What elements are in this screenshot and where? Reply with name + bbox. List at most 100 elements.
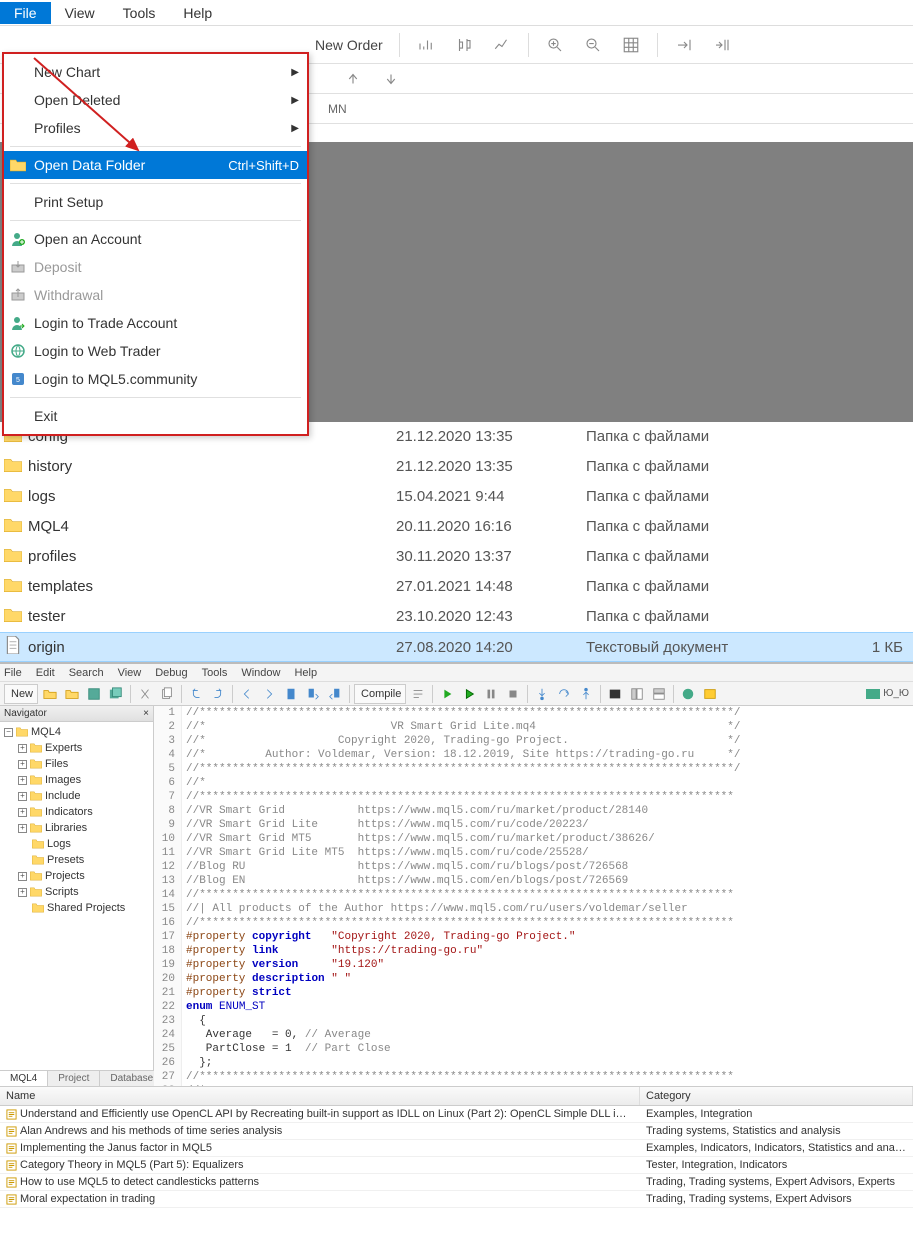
menu-item-exit[interactable]: Exit bbox=[4, 402, 307, 430]
ide-redo-icon[interactable] bbox=[208, 684, 228, 704]
article-row[interactable]: Understand and Efficiently use OpenCL AP… bbox=[0, 1106, 913, 1123]
ide-nav-back-icon[interactable] bbox=[237, 684, 257, 704]
autotrading-icon[interactable] bbox=[410, 31, 442, 59]
ide-terminal-icon[interactable] bbox=[605, 684, 625, 704]
ide-run-icon[interactable] bbox=[437, 684, 457, 704]
file-row[interactable]: history21.12.2020 13:35Папка с файлами bbox=[0, 452, 913, 482]
file-row[interactable]: templates27.01.2021 14:48Папка с файлами bbox=[0, 572, 913, 602]
chart-line-icon[interactable] bbox=[486, 31, 518, 59]
ide-pause-icon[interactable] bbox=[481, 684, 501, 704]
menu-view[interactable]: View bbox=[51, 2, 109, 24]
ide-menu-help[interactable]: Help bbox=[294, 667, 317, 679]
file-row[interactable]: origin27.08.2020 14:20Текстовый документ… bbox=[0, 632, 913, 662]
ide-menu-file[interactable]: File bbox=[4, 667, 22, 679]
menu-file[interactable]: File bbox=[0, 2, 51, 24]
chart-grid-icon[interactable] bbox=[615, 31, 647, 59]
ide-menu-view[interactable]: View bbox=[118, 667, 142, 679]
ide-stepover-icon[interactable] bbox=[554, 684, 574, 704]
ide-code-editor[interactable]: 1//*************************************… bbox=[154, 706, 913, 1086]
ide-folder-icon[interactable] bbox=[62, 684, 82, 704]
menu-item-open-an-account[interactable]: Open an Account bbox=[4, 225, 307, 253]
tree-expand-icon[interactable]: + bbox=[18, 792, 27, 801]
arrow-down-icon[interactable] bbox=[375, 65, 407, 93]
ide-new-button[interactable]: New bbox=[4, 684, 38, 704]
tree-item-scripts[interactable]: +Scripts bbox=[0, 884, 153, 900]
file-row[interactable]: MQL420.11.2020 16:16Папка с файлами bbox=[0, 512, 913, 542]
menu-item-profiles[interactable]: Profiles▶ bbox=[4, 114, 307, 142]
chart-candle-icon[interactable] bbox=[448, 31, 480, 59]
zoom-in-icon[interactable] bbox=[539, 31, 571, 59]
ide-language-selector[interactable]: Ю_Ю bbox=[866, 688, 909, 699]
file-row[interactable]: logs15.04.2021 9:44Папка с файлами bbox=[0, 482, 913, 512]
menu-help[interactable]: Help bbox=[169, 2, 226, 24]
tree-expand-icon[interactable]: + bbox=[18, 872, 27, 881]
new-order-button[interactable]: New Order bbox=[309, 37, 389, 53]
ide-menu-edit[interactable]: Edit bbox=[36, 667, 55, 679]
ide-bookmark-next-icon[interactable] bbox=[303, 684, 323, 704]
autoscroll-icon[interactable] bbox=[706, 31, 738, 59]
tree-expand-icon[interactable]: + bbox=[18, 760, 27, 769]
article-row[interactable]: Moral expectation in tradingTrading, Tra… bbox=[0, 1191, 913, 1208]
menu-item-open-data-folder[interactable]: Open Data FolderCtrl+Shift+D bbox=[4, 151, 307, 179]
article-row[interactable]: Implementing the Janus factor in MQL5Exa… bbox=[0, 1140, 913, 1157]
menu-item-new-chart[interactable]: New Chart▶ bbox=[4, 58, 307, 86]
article-row[interactable]: How to use MQL5 to detect candlesticks p… bbox=[0, 1174, 913, 1191]
file-row[interactable]: tester23.10.2020 12:43Папка с файлами bbox=[0, 602, 913, 632]
timeframe-mn[interactable]: MN bbox=[320, 99, 355, 119]
tree-collapse-icon[interactable]: − bbox=[4, 728, 13, 737]
tree-root[interactable]: −MQL4 bbox=[0, 724, 153, 740]
article-row[interactable]: Alan Andrews and his methods of time ser… bbox=[0, 1123, 913, 1140]
ide-stepout-icon[interactable] bbox=[576, 684, 596, 704]
ide-terminal2-icon[interactable] bbox=[700, 684, 720, 704]
tree-item-images[interactable]: +Images bbox=[0, 772, 153, 788]
close-icon[interactable]: × bbox=[143, 708, 149, 719]
menu-item-open-deleted[interactable]: Open Deleted▶ bbox=[4, 86, 307, 114]
tree-item-experts[interactable]: +Experts bbox=[0, 740, 153, 756]
column-category[interactable]: Category bbox=[640, 1087, 913, 1105]
tree-item-include[interactable]: +Include bbox=[0, 788, 153, 804]
tree-expand-icon[interactable]: + bbox=[18, 824, 27, 833]
ide-toolbox-icon[interactable] bbox=[649, 684, 669, 704]
tree-item-indicators[interactable]: +Indicators bbox=[0, 804, 153, 820]
ide-cut-icon[interactable] bbox=[135, 684, 155, 704]
ide-menu-tools[interactable]: Tools bbox=[202, 667, 228, 679]
ide-undo-icon[interactable] bbox=[186, 684, 206, 704]
tree-item-shared-projects[interactable]: Shared Projects bbox=[0, 900, 153, 916]
menu-tools[interactable]: Tools bbox=[109, 2, 170, 24]
ide-save-icon[interactable] bbox=[84, 684, 104, 704]
tree-item-libraries[interactable]: +Libraries bbox=[0, 820, 153, 836]
ide-bookmark-icon[interactable] bbox=[281, 684, 301, 704]
ide-copy-icon[interactable] bbox=[157, 684, 177, 704]
ide-menu-window[interactable]: Window bbox=[241, 667, 280, 679]
tree-expand-icon[interactable]: + bbox=[18, 808, 27, 817]
tree-item-projects[interactable]: +Projects bbox=[0, 868, 153, 884]
ide-saveall-icon[interactable] bbox=[106, 684, 126, 704]
ide-menu-search[interactable]: Search bbox=[69, 667, 104, 679]
ide-stop-icon[interactable] bbox=[503, 684, 523, 704]
ide-navigator-icon[interactable] bbox=[627, 684, 647, 704]
ide-nav-fwd-icon[interactable] bbox=[259, 684, 279, 704]
tree-item-logs[interactable]: Logs bbox=[0, 836, 153, 852]
menu-item-login-to-mql5-community[interactable]: 5Login to MQL5.community bbox=[4, 365, 307, 393]
article-row[interactable]: Category Theory in MQL5 (Part 5): Equali… bbox=[0, 1157, 913, 1174]
column-name[interactable]: Name bbox=[0, 1087, 640, 1105]
menu-item-login-to-web-trader[interactable]: Login to Web Trader bbox=[4, 337, 307, 365]
ide-menu-debug[interactable]: Debug bbox=[155, 667, 187, 679]
menu-item-login-to-trade-account[interactable]: Login to Trade Account bbox=[4, 309, 307, 337]
ide-stepinto-icon[interactable] bbox=[532, 684, 552, 704]
ide-compile-button[interactable]: Compile bbox=[354, 684, 406, 704]
tree-expand-icon[interactable]: + bbox=[18, 888, 27, 897]
ide-debug-icon[interactable] bbox=[459, 684, 479, 704]
menu-item-print-setup[interactable]: Print Setup bbox=[4, 188, 307, 216]
zoom-out-icon[interactable] bbox=[577, 31, 609, 59]
tree-expand-icon[interactable]: + bbox=[18, 744, 27, 753]
ide-mql-icon[interactable] bbox=[678, 684, 698, 704]
shift-end-icon[interactable] bbox=[668, 31, 700, 59]
ide-tab-mql4[interactable]: MQL4 bbox=[0, 1071, 48, 1086]
ide-open-icon[interactable] bbox=[40, 684, 60, 704]
tree-expand-icon[interactable]: + bbox=[18, 776, 27, 785]
arrow-up-icon[interactable] bbox=[337, 65, 369, 93]
file-row[interactable]: profiles30.11.2020 13:37Папка с файлами bbox=[0, 542, 913, 572]
ide-bookmark-prev-icon[interactable] bbox=[325, 684, 345, 704]
ide-navigator-tree[interactable]: −MQL4+Experts+Files+Images+Include+Indic… bbox=[0, 722, 153, 1070]
